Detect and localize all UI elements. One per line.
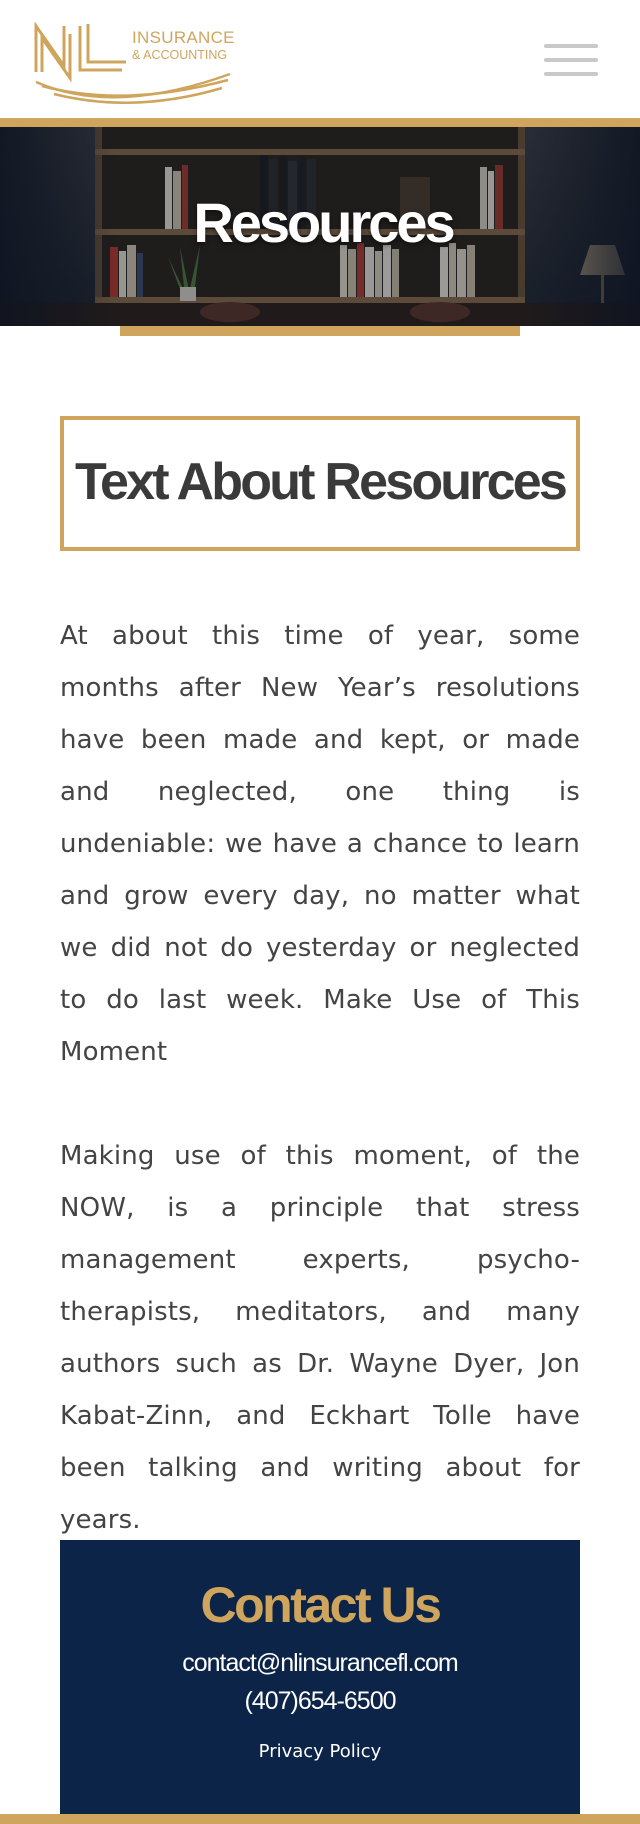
contact-email-link[interactable]: contact@nlinsurancefl.com [60,1651,580,1676]
company-logo[interactable]: INSURANCE & ACCOUNTING [34,22,244,112]
paragraph: At about this time of year, some months … [60,621,580,1067]
contact-phone-link[interactable]: (407)654-6500 [60,1689,580,1714]
hero-accent-bar [120,326,520,336]
footer-divider [0,1814,640,1824]
privacy-policy-link[interactable]: Privacy Policy [60,1743,580,1761]
site-header: INSURANCE & ACCOUNTING [0,0,640,118]
contact-title: Contact Us [200,1577,442,1633]
section-heading: Text About Resources [74,453,568,511]
article-body: At about this time of year, some months … [60,610,580,1598]
paragraph: Making use of this moment, of the NOW, i… [60,1141,580,1535]
header-divider [0,118,640,127]
hamburger-menu-icon[interactable] [544,44,598,78]
hero-banner: Resources [0,127,640,326]
logo-text-insurance: INSURANCE [132,28,235,47]
contact-section: Contact Us contact@nlinsurancefl.com (40… [60,1540,580,1824]
section-heading-box: Text About Resources [60,416,580,551]
logo-text-accounting: & ACCOUNTING [132,48,228,62]
page-title: Resources [193,191,455,254]
